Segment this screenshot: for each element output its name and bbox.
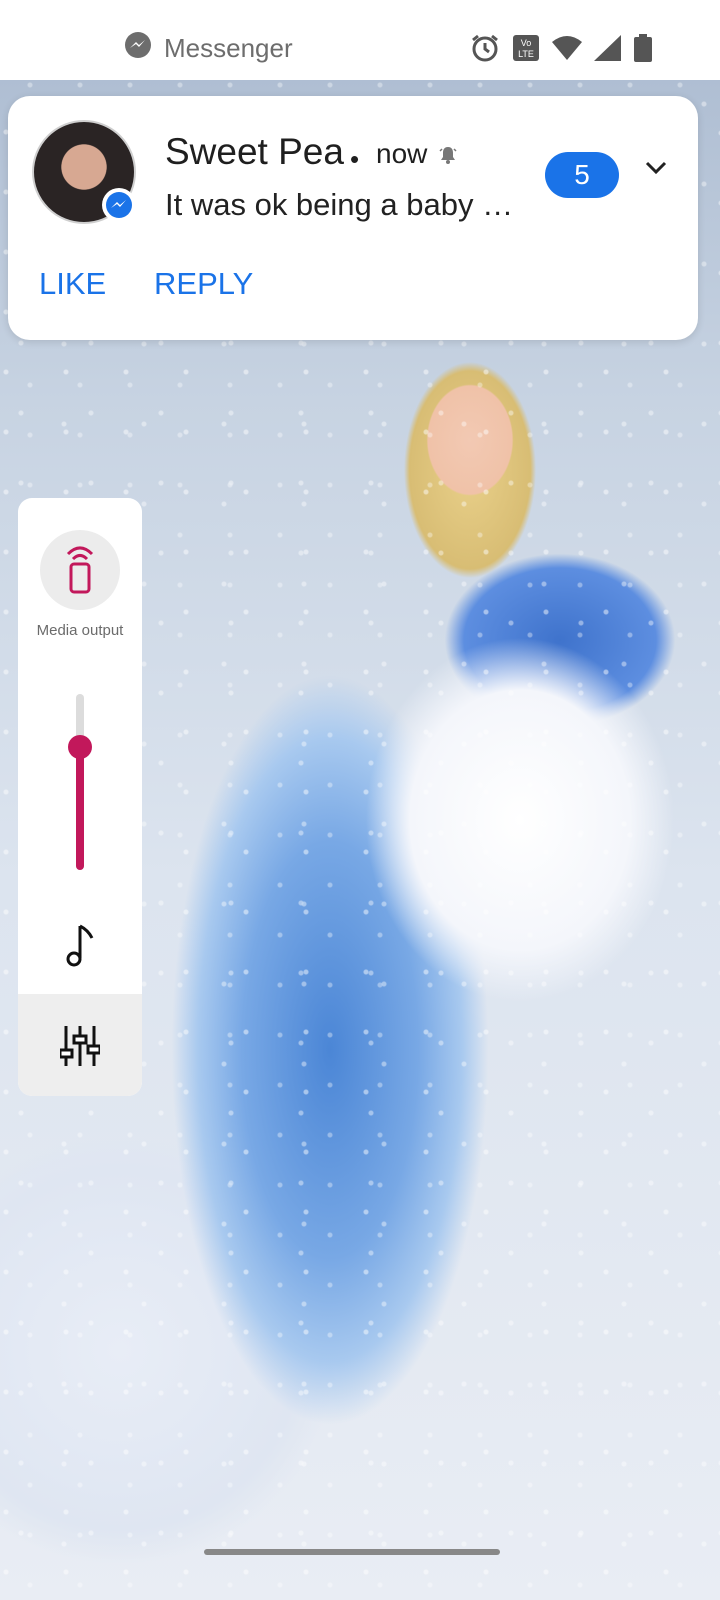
svg-text:LTE: LTE — [518, 49, 534, 59]
media-output-icon — [62, 542, 98, 599]
alarm-icon — [470, 33, 500, 63]
status-icons: Vo LTE — [470, 32, 652, 64]
status-bar: Messenger Vo LTE — [0, 0, 720, 80]
notification-message: It was ok being a baby … — [165, 187, 514, 222]
sender-name: Sweet Pea — [165, 131, 344, 172]
chevron-down-icon[interactable] — [644, 160, 668, 181]
battery-icon — [634, 34, 652, 62]
notification-time: now — [376, 138, 428, 169]
volte-icon: Vo LTE — [512, 34, 540, 62]
music-note-icon[interactable] — [62, 922, 98, 973]
volume-panel: Media output — [18, 498, 142, 1096]
messenger-icon — [124, 31, 152, 66]
status-app-indicator: Messenger — [124, 31, 293, 66]
message-count-badge: 5 — [545, 152, 619, 198]
volume-slider-thumb[interactable] — [68, 735, 92, 759]
cell-signal-icon — [594, 35, 622, 61]
reply-button[interactable]: REPLY — [154, 266, 253, 302]
like-button[interactable]: LIKE — [39, 266, 106, 302]
volume-slider[interactable] — [76, 694, 84, 870]
wifi-icon — [552, 35, 582, 61]
sound-settings-icon[interactable] — [58, 1024, 102, 1073]
status-app-name: Messenger — [164, 32, 293, 63]
messenger-badge-icon — [102, 188, 136, 222]
bell-icon — [438, 145, 458, 170]
svg-text:Vo: Vo — [521, 38, 532, 48]
media-output-button[interactable] — [40, 530, 120, 610]
separator-dot: • — [350, 144, 360, 174]
gesture-nav-handle[interactable] — [204, 1549, 500, 1555]
volume-slider-fill — [76, 747, 84, 870]
media-output-label: Media output — [36, 622, 124, 639]
